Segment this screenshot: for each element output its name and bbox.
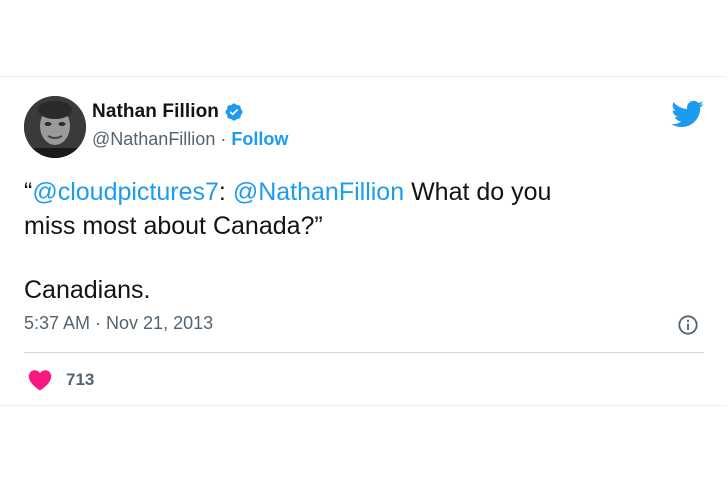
- tweet-reply-line: Canadians.: [24, 276, 151, 304]
- info-icon[interactable]: [677, 314, 699, 336]
- page: Nathan Fillion @NathanFillion · Follow “…: [0, 0, 728, 485]
- tweet-timestamp[interactable]: 5:37 AM · Nov 21, 2013: [24, 313, 213, 334]
- divider: [24, 352, 704, 353]
- tweet-line-1: “@cloudpictures7: @NathanFillion What do…: [24, 175, 684, 209]
- author-name[interactable]: Nathan Fillion: [92, 101, 219, 123]
- mention-link[interactable]: @cloudpictures7: [32, 178, 219, 206]
- author-handle[interactable]: @NathanFillion: [92, 129, 215, 150]
- avatar[interactable]: [24, 96, 86, 158]
- verified-badge-icon: [224, 102, 244, 122]
- follow-button[interactable]: Follow: [231, 129, 288, 150]
- handle-row: @NathanFillion · Follow: [92, 129, 288, 150]
- like-action[interactable]: 713: [28, 369, 94, 391]
- tweet-text-rest: What do you: [404, 178, 552, 206]
- heart-icon[interactable]: [28, 369, 52, 391]
- separator-dot: ·: [220, 129, 227, 149]
- colon: :: [218, 178, 226, 206]
- like-count: 713: [66, 370, 95, 389]
- twitter-bird-icon[interactable]: [670, 97, 704, 131]
- tweet-line-2: miss most about Canada?”: [24, 212, 323, 240]
- author-block: Nathan Fillion @NathanFillion · Follow: [92, 100, 288, 150]
- mention-link[interactable]: @NathanFillion: [233, 178, 404, 206]
- name-row: Nathan Fillion: [92, 100, 288, 124]
- tweet-card: Nathan Fillion @NathanFillion · Follow “…: [0, 76, 726, 406]
- tweet-text: “@cloudpictures7: @NathanFillion What do…: [24, 175, 684, 307]
